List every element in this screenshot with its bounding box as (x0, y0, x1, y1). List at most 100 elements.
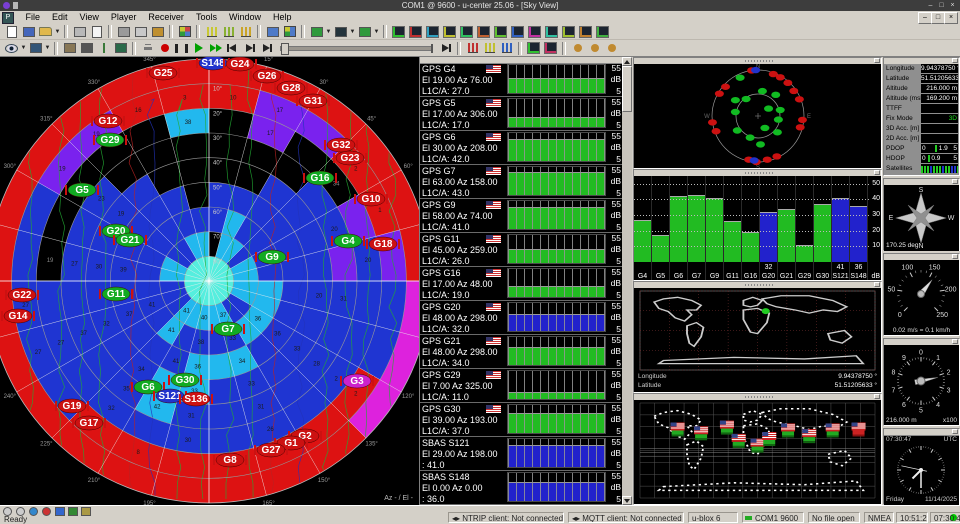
menu-edit[interactable]: Edit (46, 11, 74, 24)
panel-close-icon[interactable] (952, 339, 958, 344)
step-back-button[interactable] (224, 42, 241, 55)
satellite-map-panel[interactable] (633, 393, 882, 505)
gear-1-button[interactable] (569, 42, 586, 55)
view-a-button[interactable] (390, 25, 407, 38)
views-button[interactable] (3, 42, 20, 55)
view-j-button[interactable] (543, 25, 560, 38)
docking-1-button[interactable] (525, 42, 542, 55)
chart-view-2-button[interactable] (220, 25, 237, 38)
globe-icon[interactable] (28, 507, 39, 515)
cut-button[interactable] (115, 25, 132, 38)
scroll-thumb[interactable] (622, 66, 632, 112)
view-k-button[interactable] (560, 25, 577, 38)
color-view-button[interactable] (176, 25, 193, 38)
panel-close-icon[interactable] (952, 429, 958, 434)
skip-end-button[interactable] (258, 42, 275, 55)
maximize-button[interactable]: □ (936, 1, 947, 10)
chart-view-3-button[interactable] (237, 25, 254, 38)
view-h-button[interactable] (509, 25, 526, 38)
gear-3-button[interactable] (603, 42, 620, 55)
view-e-button[interactable] (458, 25, 475, 38)
world-map-panel[interactable]: Longitude Latitude 9.94378750 ° 51.51205… (633, 281, 882, 393)
views-more-icon[interactable]: ▼ (20, 42, 27, 55)
sky-view-panel[interactable]: 1017212382727191916317342022630322719382… (0, 57, 420, 505)
graph-view-button[interactable] (356, 25, 373, 38)
speed-dial-panel[interactable]: 050100150200250 0.02 m/s = 0.1 km/h (883, 253, 960, 336)
signal-chart-panel[interactable]: 27G417G542G643G741G926G1119G1632G2034G21… (633, 169, 882, 281)
new-button[interactable] (3, 25, 20, 38)
gear-2-button[interactable] (586, 42, 603, 55)
view-c-button[interactable] (424, 25, 441, 38)
menu-player[interactable]: Player (105, 11, 143, 24)
panel-close-icon[interactable] (874, 170, 880, 175)
view-f-button[interactable] (475, 25, 492, 38)
docking-2-button[interactable] (542, 42, 559, 55)
pause-button[interactable] (173, 42, 190, 55)
menu-help[interactable]: Help (267, 11, 298, 24)
view-d-button[interactable] (441, 25, 458, 38)
slider-thumb[interactable] (281, 43, 289, 55)
menu-receiver[interactable]: Receiver (142, 11, 190, 24)
open-more-icon[interactable]: ▼ (54, 25, 61, 38)
compass-panel[interactable]: SEWN 170.25 deg (883, 178, 960, 251)
target-icon[interactable] (41, 507, 52, 515)
mdi-minimize-button[interactable]: – (918, 12, 932, 24)
playback-slider[interactable] (280, 46, 432, 51)
table-view-button[interactable] (264, 25, 281, 38)
view-b-button[interactable] (407, 25, 424, 38)
view-i-button[interactable] (526, 25, 543, 38)
scroll-up-button[interactable] (622, 57, 632, 66)
histogram-yellow-button[interactable] (481, 42, 498, 55)
vertical-scrollbar[interactable] (622, 57, 632, 505)
configure-button[interactable] (61, 42, 78, 55)
paste-button[interactable] (149, 25, 166, 38)
messages-more-icon[interactable]: ▼ (44, 42, 51, 55)
debug-button[interactable] (78, 42, 95, 55)
panel-close-icon[interactable] (952, 254, 958, 259)
histogram-blue-button[interactable] (498, 42, 515, 55)
mdi-restore-button[interactable]: □ (931, 12, 945, 24)
view-m-button[interactable] (594, 25, 611, 38)
fast-forward-button[interactable] (207, 42, 224, 55)
clock-panel[interactable]: 07:30:47 UTC Friday 11/14/2025 (883, 428, 960, 505)
map-view-more-icon[interactable]: ▼ (325, 25, 332, 38)
map-view-button[interactable] (308, 25, 325, 38)
view-g-button[interactable] (492, 25, 509, 38)
split-view-button[interactable] (281, 25, 298, 38)
firmware-button[interactable] (112, 42, 129, 55)
chart-view-1-button[interactable] (203, 25, 220, 38)
panel-close-icon[interactable] (952, 179, 958, 184)
mdi-close-button[interactable]: × (944, 12, 958, 24)
eject-button[interactable] (139, 42, 156, 55)
pencil-icon[interactable] (80, 507, 91, 515)
mdi-document-icon[interactable]: P (2, 12, 14, 24)
record-button[interactable] (156, 42, 173, 55)
chart-dark-view-button[interactable] (332, 25, 349, 38)
open-button[interactable] (37, 25, 54, 38)
histogram-red-button[interactable] (464, 42, 481, 55)
antenna-button[interactable] (95, 42, 112, 55)
mini-sky-panel[interactable]: NESW (633, 57, 882, 169)
step-forward-button[interactable] (241, 42, 258, 55)
clock-icon[interactable] (15, 507, 26, 515)
menu-window[interactable]: Window (223, 11, 267, 24)
menu-tools[interactable]: Tools (190, 11, 223, 24)
panel-close-icon[interactable] (952, 58, 958, 63)
play-button[interactable] (190, 42, 207, 55)
chart-dark-more-icon[interactable]: ▼ (349, 25, 356, 38)
view-l-button[interactable] (577, 25, 594, 38)
jump-end-button[interactable] (437, 42, 454, 55)
close-button[interactable]: × (947, 1, 958, 10)
scroll-down-button[interactable] (622, 496, 632, 505)
menu-view[interactable]: View (74, 11, 105, 24)
copy-button[interactable] (132, 25, 149, 38)
save-button[interactable] (20, 25, 37, 38)
panel-icon[interactable] (54, 507, 65, 515)
altimeter-panel[interactable]: 0123456789 216.000 m x100 (883, 338, 960, 426)
print-button[interactable] (71, 25, 88, 38)
graph-view-more-icon[interactable]: ▼ (373, 25, 380, 38)
panel-close-icon[interactable] (874, 282, 880, 287)
print-preview-button[interactable] (88, 25, 105, 38)
antenna-icon[interactable] (67, 507, 78, 515)
stopwatch-icon[interactable] (2, 507, 13, 515)
